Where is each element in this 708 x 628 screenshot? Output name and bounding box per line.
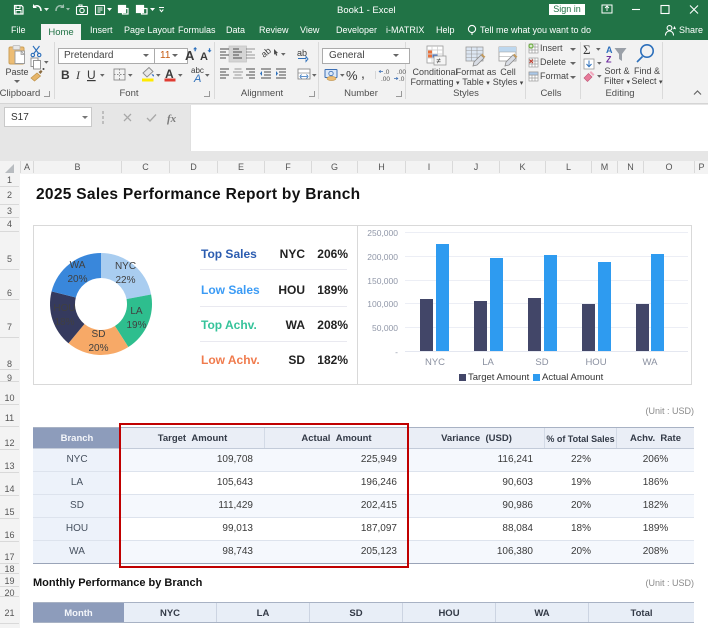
svg-text:.00: .00	[397, 69, 406, 76]
svg-text:A: A	[185, 48, 195, 63]
svg-text:≠: ≠	[437, 57, 442, 66]
svg-text:Σ: Σ	[583, 42, 591, 57]
svg-text:,: ,	[361, 65, 365, 81]
svg-text:ab: ab	[297, 48, 307, 58]
svg-text:.00: .00	[381, 76, 390, 83]
svg-text:B: B	[61, 68, 70, 82]
svg-text:ab: ab	[259, 45, 273, 59]
svg-text:I: I	[75, 68, 81, 82]
svg-text:U: U	[87, 68, 96, 82]
svg-text:.0: .0	[399, 76, 405, 83]
svg-text:Z: Z	[606, 55, 612, 65]
svg-text:.0: .0	[384, 69, 390, 76]
svg-text:fx: fx	[167, 113, 177, 125]
svg-text:%: %	[346, 68, 358, 83]
svg-text:A: A	[193, 73, 201, 85]
svg-text:A: A	[606, 45, 613, 55]
svg-text:A: A	[200, 51, 208, 63]
